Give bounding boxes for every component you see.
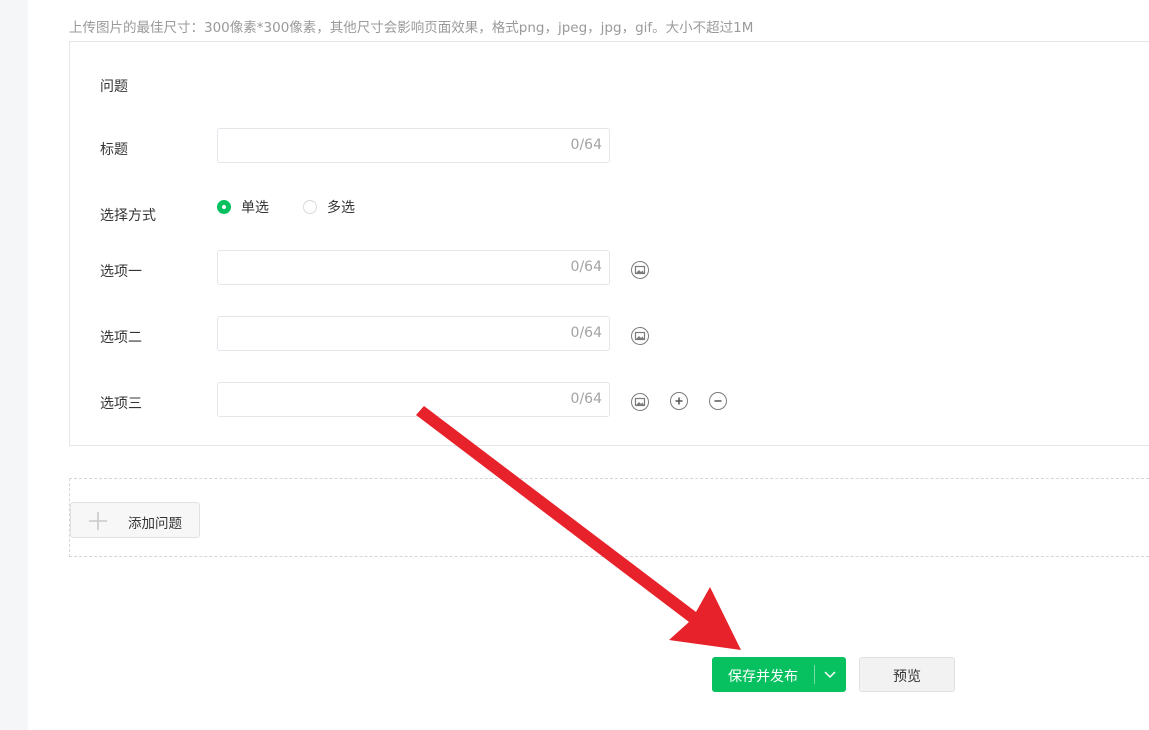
title-input[interactable]: 0/64 <box>217 128 610 163</box>
char-counter: 0/64 <box>570 259 602 275</box>
add-question-label: 添加问题 <box>128 516 182 532</box>
left-sidebar-strip <box>0 0 28 730</box>
option-2-label: 选项二 <box>100 330 142 346</box>
select-mode-radio-group: 单选 多选 <box>217 197 389 217</box>
publish-label: 保存并发布 <box>728 669 798 685</box>
question-card: 问题 标题 0/64 选择方式 单选 多选 选项一 0/64 选项二 0/64 … <box>69 41 1149 446</box>
char-counter: 0/64 <box>570 391 602 407</box>
char-counter: 0/64 <box>570 325 602 341</box>
option-2-input[interactable]: 0/64 <box>217 316 610 351</box>
radio-checked-icon <box>217 200 231 214</box>
image-icon[interactable] <box>631 393 649 411</box>
question-heading: 问题 <box>100 79 128 95</box>
option-3-input[interactable]: 0/64 <box>217 382 610 417</box>
radio-single-choice[interactable]: 单选 <box>217 197 269 217</box>
option-3-label: 选项三 <box>100 396 142 412</box>
plus-icon <box>89 512 107 530</box>
save-and-publish-button[interactable]: 保存并发布 <box>712 657 846 692</box>
title-label: 标题 <box>100 142 128 158</box>
option-1-input[interactable]: 0/64 <box>217 250 610 285</box>
button-divider <box>814 665 815 684</box>
radio-label: 单选 <box>241 200 269 216</box>
minus-circle-icon[interactable] <box>709 392 727 410</box>
radio-multiple-choice[interactable]: 多选 <box>303 197 355 217</box>
option-1-label: 选项一 <box>100 264 142 280</box>
add-question-zone <box>69 478 1149 557</box>
preview-button[interactable]: 预览 <box>859 657 955 692</box>
char-counter: 0/64 <box>570 137 602 153</box>
preview-label: 预览 <box>893 669 921 685</box>
radio-unchecked-icon <box>303 200 317 214</box>
upload-hint: 上传图片的最佳尺寸：300像素*300像素，其他尺寸会影响页面效果，格式png，… <box>69 20 754 36</box>
image-icon[interactable] <box>631 261 649 279</box>
radio-label: 多选 <box>327 200 355 216</box>
image-icon[interactable] <box>631 327 649 345</box>
plus-circle-icon[interactable] <box>670 392 688 410</box>
add-question-button[interactable]: 添加问题 <box>70 502 200 538</box>
chevron-down-icon[interactable] <box>822 668 838 682</box>
select-mode-label: 选择方式 <box>100 208 156 224</box>
